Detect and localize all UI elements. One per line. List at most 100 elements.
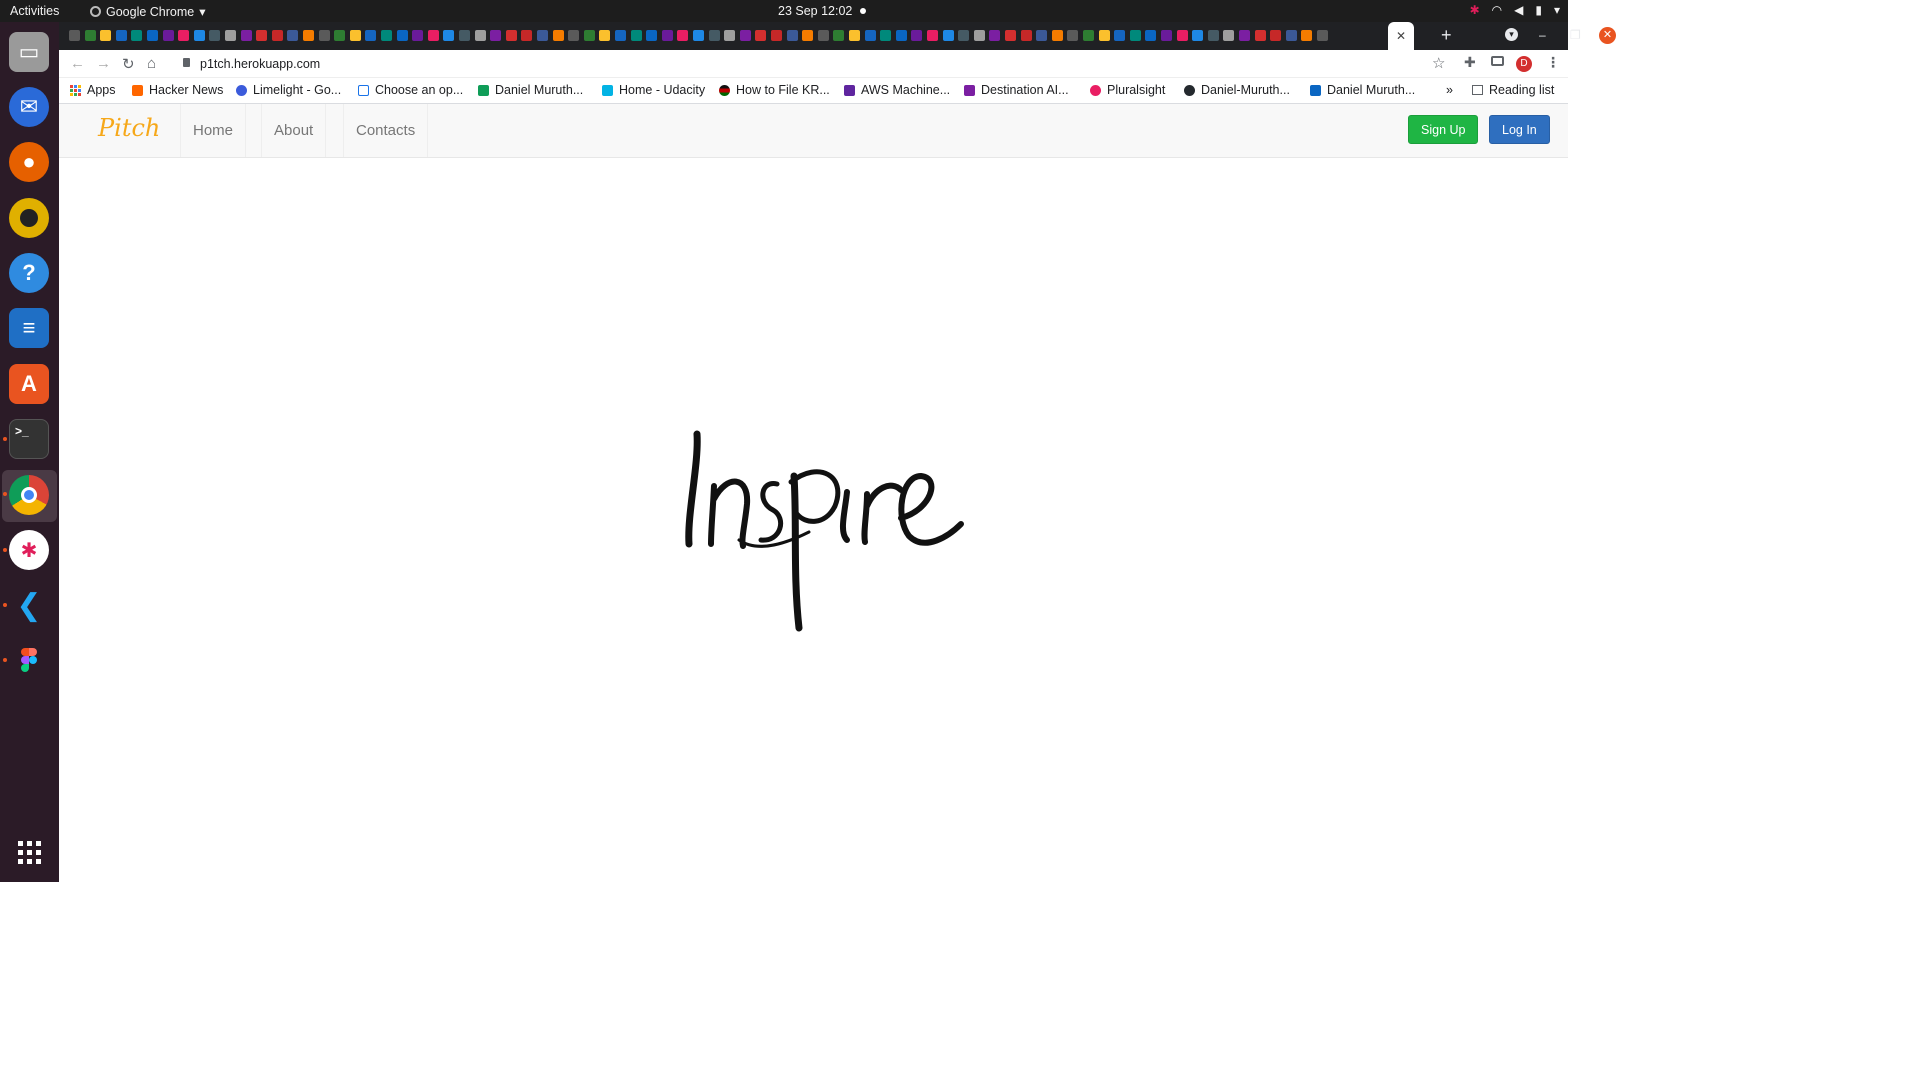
- back-arrow-icon[interactable]: ←: [70, 55, 85, 72]
- lock-icon[interactable]: [183, 58, 190, 67]
- tab-favicon-icon[interactable]: [318, 30, 330, 41]
- activities-button[interactable]: Activities: [10, 4, 59, 18]
- tab-favicon-icon[interactable]: [334, 30, 346, 41]
- tab-favicon-icon[interactable]: [880, 30, 892, 41]
- slack-tray-icon[interactable]: ✱: [1470, 3, 1480, 17]
- tab-favicon-icon[interactable]: [677, 30, 689, 41]
- tab-favicon-icon[interactable]: [646, 30, 658, 41]
- app-grid-icon[interactable]: [9, 832, 49, 872]
- bookmark-daniel-sheet[interactable]: Daniel Muruth...: [478, 83, 583, 97]
- nav-about[interactable]: About: [261, 104, 327, 157]
- slack-icon[interactable]: ✱: [9, 530, 49, 570]
- tab-favicon-icon[interactable]: [1098, 30, 1110, 41]
- tab-favicon-icon[interactable]: [583, 30, 595, 41]
- tab-favicon-icon[interactable]: [1129, 30, 1141, 41]
- bookmark-apps[interactable]: Apps: [70, 83, 116, 97]
- tab-favicon-icon[interactable]: [630, 30, 642, 41]
- tab-favicon-icon[interactable]: [708, 30, 720, 41]
- tab-favicon-icon[interactable]: [864, 30, 876, 41]
- bookmark-destination-ai[interactable]: Destination AI...: [964, 83, 1069, 97]
- app-menu[interactable]: Google Chrome ▾: [90, 4, 206, 19]
- tab-favicon-icon[interactable]: [911, 30, 923, 41]
- forward-arrow-icon[interactable]: →: [96, 55, 111, 72]
- extensions-icon[interactable]: ✚: [1464, 54, 1476, 71]
- tab-favicon-icon[interactable]: [724, 30, 736, 41]
- bookmark-kra[interactable]: How to File KR...: [719, 83, 830, 97]
- tab-favicon-icon[interactable]: [1254, 30, 1266, 41]
- tab-search-icon[interactable]: ▾: [1505, 28, 1518, 41]
- wifi-icon[interactable]: ◠: [1492, 3, 1502, 17]
- nav-home[interactable]: Home: [180, 104, 247, 157]
- address-bar[interactable]: p1tch.herokuapp.com: [179, 52, 1456, 76]
- files-icon[interactable]: ▭: [9, 32, 49, 72]
- tab-favicon-icon[interactable]: [1161, 30, 1172, 41]
- tab-favicon-icon[interactable]: [1005, 30, 1016, 41]
- tab-favicon-icon[interactable]: [989, 30, 1001, 41]
- reload-icon[interactable]: ↻: [122, 55, 135, 73]
- volume-icon[interactable]: ◀: [1514, 3, 1523, 17]
- tab-favicon-icon[interactable]: [1083, 30, 1094, 41]
- bookmark-choose-an-op[interactable]: Choose an op...: [358, 83, 463, 97]
- tab-favicon-icon[interactable]: [115, 30, 127, 41]
- tab-favicon-icon[interactable]: [1145, 30, 1157, 41]
- tab-favicon-icon[interactable]: [552, 30, 564, 41]
- bookmark-hacker-news[interactable]: Hacker News: [132, 83, 223, 97]
- tab-favicon-icon[interactable]: [1285, 30, 1297, 41]
- tab-favicon-icon[interactable]: [1020, 30, 1032, 41]
- tab-favicon-icon[interactable]: [396, 30, 408, 41]
- tab-favicon-icon[interactable]: [615, 30, 626, 41]
- more-bookmarks-button[interactable]: »: [1446, 83, 1453, 97]
- cast-icon[interactable]: [1491, 56, 1504, 66]
- tab-favicon-icon[interactable]: [256, 30, 268, 41]
- tab-favicon-icon[interactable]: [1317, 30, 1328, 41]
- tab-favicon-icon[interactable]: [303, 30, 314, 41]
- tab-favicon-icon[interactable]: [427, 30, 439, 41]
- window-close-icon[interactable]: ✕: [1599, 27, 1616, 44]
- tab-favicon-icon[interactable]: [69, 30, 80, 41]
- tab-favicon-icon[interactable]: [755, 30, 767, 41]
- tab-favicon-icon[interactable]: [739, 30, 751, 41]
- tab-favicon-icon[interactable]: [1036, 30, 1048, 41]
- tab-favicon-icon[interactable]: [84, 30, 96, 41]
- home-icon[interactable]: ⌂: [147, 55, 156, 72]
- firefox-icon[interactable]: ●: [9, 142, 49, 182]
- writer-icon[interactable]: ≡: [9, 308, 49, 348]
- chevron-down-icon[interactable]: ▾: [1554, 3, 1560, 17]
- tab-favicon-icon[interactable]: [1114, 30, 1126, 41]
- log-in-button[interactable]: Log In: [1489, 115, 1550, 144]
- tab-favicon-icon[interactable]: [942, 30, 954, 41]
- thunderbird-icon[interactable]: ✉: [9, 87, 49, 127]
- tab-favicon-icon[interactable]: [973, 30, 985, 41]
- tab-favicon-icon[interactable]: [1192, 30, 1204, 41]
- tab-favicon-icon[interactable]: [1207, 30, 1219, 41]
- tab-favicon-icon[interactable]: [927, 30, 938, 41]
- tab-favicon-icon[interactable]: [162, 30, 174, 41]
- tab-favicon-icon[interactable]: [147, 30, 158, 41]
- help-icon[interactable]: ?: [9, 253, 49, 293]
- tab-favicon-icon[interactable]: [1051, 30, 1063, 41]
- new-tab-button[interactable]: +: [1441, 25, 1452, 46]
- tab-favicon-icon[interactable]: [474, 30, 486, 41]
- tab-favicon-icon[interactable]: [412, 30, 424, 41]
- bookmark-github[interactable]: Daniel-Muruth...: [1184, 83, 1290, 97]
- tab-favicon-icon[interactable]: [1176, 30, 1188, 41]
- profile-avatar[interactable]: D: [1516, 56, 1532, 72]
- tab-favicon-icon[interactable]: [381, 30, 392, 41]
- tab-favicon-icon[interactable]: [958, 30, 970, 41]
- tab-favicon-icon[interactable]: [786, 30, 798, 41]
- tab-favicon-icon[interactable]: [271, 30, 283, 41]
- vscode-icon[interactable]: ❮: [9, 585, 49, 625]
- tab-favicon-icon[interactable]: [802, 30, 814, 41]
- tab-favicon-icon[interactable]: [349, 30, 361, 41]
- tab-favicon-icon[interactable]: [521, 30, 533, 41]
- tab-favicon-icon[interactable]: [849, 30, 860, 41]
- tab-active[interactable]: ✕: [1388, 22, 1414, 50]
- close-icon[interactable]: ✕: [1396, 29, 1406, 43]
- tab-favicon-icon[interactable]: [193, 30, 205, 41]
- tab-favicon-icon[interactable]: [599, 30, 611, 41]
- tab-favicon-icon[interactable]: [209, 30, 221, 41]
- tab-favicon-icon[interactable]: [459, 30, 470, 41]
- bookmark-star-icon[interactable]: ☆: [1432, 54, 1445, 72]
- tab-favicon-icon[interactable]: [131, 30, 143, 41]
- tab-favicon-icon[interactable]: [1067, 30, 1079, 41]
